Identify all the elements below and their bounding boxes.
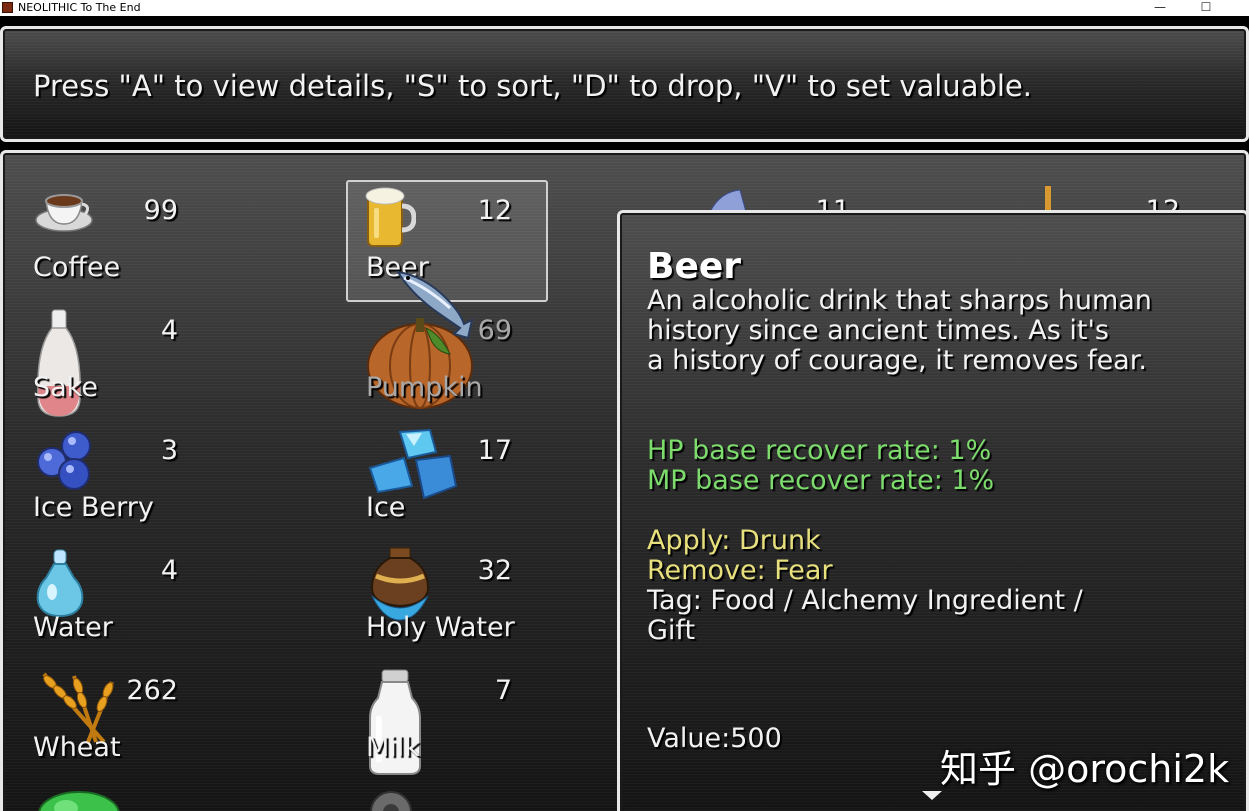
item-name: Sake [33,372,98,403]
item-qty: 12 [477,195,512,226]
help-window: Press "A" to view details, "S" to sort, … [0,26,1249,142]
item-qty: 4 [160,555,178,586]
item-qty: 17 [477,435,512,466]
scroll-down-arrow-icon[interactable] [922,791,942,800]
sake-bottle-icon [37,309,81,417]
coffee-cup-icon [35,194,93,232]
item-qty: 7 [494,675,512,706]
item-name: Milk [366,732,420,763]
item-name: Holy Water [366,612,515,643]
item-name: Wheat [33,732,121,763]
app-icon [2,2,13,13]
water-flask-icon [36,549,84,618]
item-name: Pumpkin [366,372,483,403]
window-titlebar: NEOLITHIC To The End — ☐ [0,0,1249,16]
partial-item-icon [1045,186,1051,212]
window-title: NEOLITHIC To The End [18,1,141,14]
stone-gear-icon [370,791,412,811]
item-detail-window: Beer An alcoholic drink that sharps huma… [617,210,1249,811]
detail-hp-rate: HP base recover rate: 1% [647,435,992,466]
detail-item-name: Beer [647,246,742,287]
detail-value: Value:500 [647,723,782,754]
beer-mug-icon [365,187,416,247]
item-name: Coffee [33,252,121,283]
watermark: 知乎 @orochi2k [940,747,1230,791]
ice-berry-icon [37,431,91,490]
maximize-button[interactable]: ☐ [1186,0,1226,16]
item-qty: 32 [477,555,512,586]
item-name: Ice Berry [33,492,154,523]
fish-cursor-icon [396,270,474,340]
partial-item-icon [709,189,747,212]
item-name: Ice [366,492,406,523]
detail-remove-state: Remove: Fear [647,555,833,586]
holy-water-icon [370,547,430,621]
item-qty: 99 [143,195,178,226]
cabbage-icon [38,791,120,811]
partial-item-qty: 11 [815,195,850,211]
partial-item-qty: 12 [1145,195,1180,211]
item-qty: 4 [160,315,178,346]
detail-tags-cont: Gift [647,615,696,646]
detail-apply-state: Apply: Drunk [647,525,821,556]
detail-description-line: An alcoholic drink that sharps human [647,285,1152,316]
detail-description-line: history since ancient times. As it's [647,315,1109,346]
detail-mp-rate: MP base recover rate: 1% [647,465,995,496]
detail-tags: Tag: Food / Alchemy Ingredient / [647,585,1083,616]
help-text: Press "A" to view details, "S" to sort, … [33,69,1032,103]
minimize-button[interactable]: — [1140,0,1180,16]
item-name: Water [33,612,113,643]
item-qty: 262 [126,675,178,706]
item-qty: 3 [160,435,178,466]
detail-description-line: a history of courage, it removes fear. [647,345,1147,376]
